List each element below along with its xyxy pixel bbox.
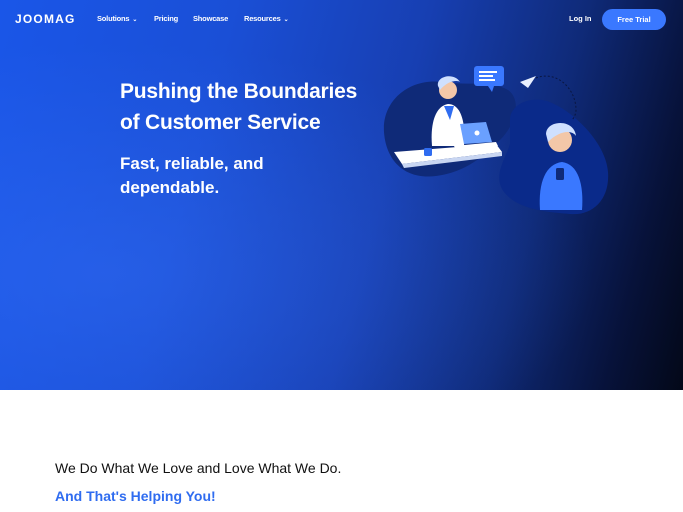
chevron-down-icon: ⌄ (283, 17, 289, 23)
login-link[interactable]: Log In (569, 14, 592, 23)
customer-service-illustration (383, 66, 609, 215)
nav-item-solutions-label: Solutions (97, 14, 130, 23)
hero-section: JOOMAG Solutions ⌄ Pricing Showcase Resou… (0, 0, 683, 390)
hero-title: Pushing the Boundaries of Customer Servi… (120, 76, 390, 138)
hero-subtitle-line2: dependable. (120, 178, 220, 197)
section-subheading: And That's Helping You! (55, 488, 216, 504)
hero-subtitle-line1: Fast, reliable, and (120, 154, 264, 173)
nav-item-resources-label: Resources (244, 14, 281, 23)
hero-title-line2: of Customer Service (120, 111, 321, 134)
nav-item-showcase[interactable]: Showcase (193, 14, 228, 23)
laptop-logo (474, 130, 480, 136)
hero-title-line1: Pushing the Boundaries (120, 80, 358, 103)
chat-line-2 (479, 75, 493, 77)
coffee-cup (424, 148, 432, 156)
hero-subtitle: Fast, reliable, and dependable. (120, 152, 320, 200)
customer-phone (556, 168, 564, 180)
chevron-down-icon: ⌄ (132, 17, 138, 23)
section-heading: We Do What We Love and Love What We Do. (55, 460, 342, 476)
chat-line-3 (479, 79, 495, 81)
chat-line-1 (479, 71, 497, 73)
nav-item-pricing-label: Pricing (154, 14, 179, 23)
top-navigation: JOOMAG Solutions ⌄ Pricing Showcase Resou… (0, 0, 683, 38)
nav-item-solutions[interactable]: Solutions ⌄ (97, 14, 137, 23)
nav-item-resources[interactable]: Resources ⌄ (244, 14, 289, 23)
joomag-logo[interactable]: JOOMAG (15, 12, 76, 26)
free-trial-button[interactable]: Free Trial (602, 9, 666, 30)
nav-item-pricing[interactable]: Pricing (154, 14, 178, 23)
paper-plane-icon (520, 76, 536, 88)
nav-item-showcase-label: Showcase (193, 14, 229, 23)
